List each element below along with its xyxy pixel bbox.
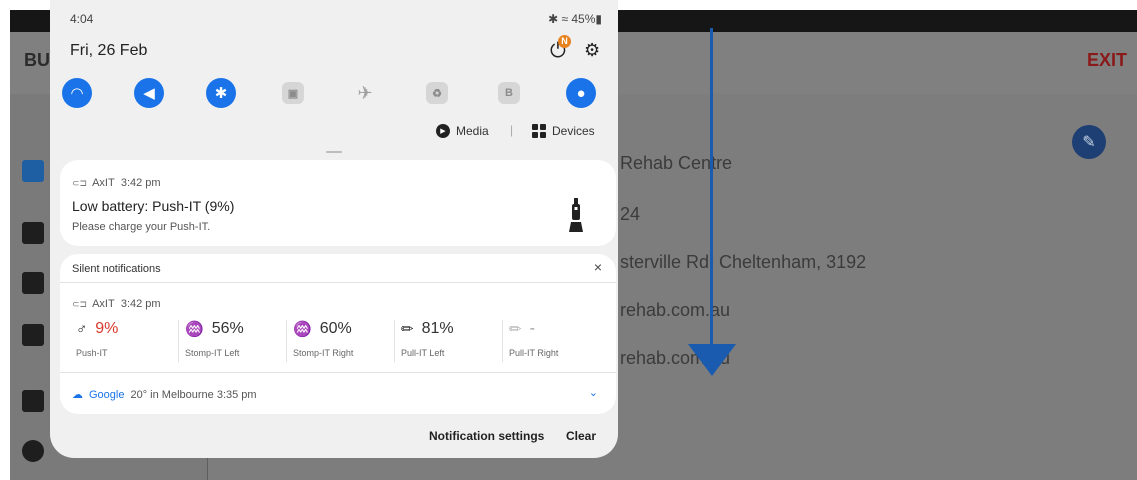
b-icon: B	[498, 82, 520, 104]
pull-it-icon: ✏	[509, 321, 522, 338]
notification-body: Please charge your Push-IT.	[72, 221, 211, 233]
device-label: Pull-IT Left	[401, 348, 445, 358]
swipe-down-arrow-icon	[688, 344, 736, 376]
notification-title: Low battery: Push-IT (9%)	[72, 198, 235, 214]
axit-app-icon: ⊂⊐	[72, 298, 88, 309]
divider	[60, 282, 616, 283]
home-icon[interactable]	[22, 160, 44, 182]
recycle-icon: ♻	[426, 82, 448, 104]
date-label: Fri, 26 Feb	[70, 42, 148, 59]
rotation-lock-toggle[interactable]: ▣	[278, 78, 308, 108]
speaker-icon: ◀	[143, 85, 155, 102]
device-label: Pull-IT Right	[509, 348, 559, 358]
media-label: Media	[456, 124, 489, 138]
device-push-it: ♂ 9% Push-IT	[70, 320, 176, 362]
battery-value: -	[529, 320, 535, 337]
status-time: 4:04	[70, 12, 94, 26]
info-line-number: 24	[620, 204, 641, 224]
power-saving-toggle[interactable]: ♻	[422, 78, 452, 108]
airplane-icon: ✈	[357, 82, 373, 103]
list-icon[interactable]	[22, 324, 44, 346]
airplane-toggle[interactable]: ✈	[350, 78, 380, 108]
checklist-icon[interactable]	[22, 272, 44, 294]
silent-header: Silent notifications	[72, 263, 161, 275]
cloud-icon: ☁	[72, 389, 83, 401]
notification-settings-button[interactable]: Notification settings	[429, 429, 544, 443]
device-label: Stomp-IT Right	[293, 348, 354, 358]
push-it-device-icon	[569, 198, 583, 232]
battery-value: 56%	[211, 320, 244, 337]
settings-gear-icon[interactable]: ⚙	[584, 40, 600, 61]
status-indicators: ✱ ≈ 45%▮	[548, 12, 602, 26]
separator: |	[510, 123, 514, 137]
battery-value: 60%	[319, 320, 352, 337]
axit-status-app-line: ⊂⊐ AxIT 3:42 pm	[72, 298, 161, 310]
devices-grid-icon	[532, 124, 546, 138]
device-pull-it-left: ✏ 81% Pull-IT Left	[394, 320, 500, 362]
google-app-name: Google	[89, 388, 125, 401]
notification-time: 3:42 pm	[120, 177, 161, 189]
device-label: Stomp-IT Left	[185, 348, 240, 358]
app-name: AxIT	[92, 177, 115, 189]
pull-it-icon: ✏	[401, 321, 414, 338]
wifi-icon: ◠	[70, 85, 84, 102]
location-toggle[interactable]: ●	[566, 78, 596, 108]
clear-button[interactable]: Clear	[566, 429, 596, 443]
google-weather-notification[interactable]: ☁ Google 20° in Melbourne 3:35 pm	[72, 388, 257, 402]
exit-button[interactable]: EXIT	[1087, 50, 1127, 71]
battery-value: 81%	[421, 320, 454, 337]
bluetooth-icon[interactable]	[22, 440, 44, 462]
silent-notifications-card: Silent notifications × ⊂⊐ AxIT 3:42 pm ♂…	[60, 254, 616, 414]
notification-shade: 4:04 ✱ ≈ 45%▮ Fri, 26 Feb ⏻ N ⚙ ◠ ◀ ✱ ▣ …	[50, 0, 618, 458]
close-icon[interactable]: ×	[594, 259, 602, 275]
devices-button[interactable]: Devices	[532, 124, 595, 138]
notification-app-line: ⊂⊐ AxIT 3:42 pm	[72, 177, 161, 189]
chevron-down-icon[interactable]: ⌄	[589, 386, 598, 399]
notification-time: 3:42 pm	[120, 298, 161, 310]
devices-label: Devices	[552, 124, 595, 138]
play-icon: ▶	[436, 124, 450, 138]
bluetooth-icon: ✱	[214, 85, 228, 102]
low-battery-notification[interactable]: ⊂⊐ AxIT 3:42 pm Low battery: Push-IT (9%…	[60, 160, 616, 246]
weather-text: 20° in Melbourne 3:35 pm	[130, 388, 257, 401]
divider	[60, 372, 616, 373]
location-pin-icon: ●	[576, 84, 586, 102]
info-line-email: rehab.com.au	[620, 300, 731, 320]
b-mode-toggle[interactable]: B	[494, 78, 524, 108]
device-stomp-it-left: ♒ 56% Stomp-IT Left	[178, 320, 284, 362]
device-label: Push-IT	[76, 348, 108, 358]
database-icon[interactable]	[22, 390, 44, 412]
notification-badge: N	[558, 35, 571, 48]
wifi-toggle[interactable]: ◠	[62, 78, 92, 108]
sound-toggle[interactable]: ◀	[134, 78, 164, 108]
info-line-address: sterville Rd, Cheltenham, 3192	[620, 252, 867, 272]
device-pull-it-right: ✏ - Pull-IT Right	[502, 320, 608, 362]
device-battery-list[interactable]: ♂ 9% Push-IT ♒ 56% Stomp-IT Left ♒ 60% Stom…	[70, 320, 610, 362]
bluetooth-toggle[interactable]: ✱	[206, 78, 236, 108]
edit-button[interactable]: ✎	[1072, 125, 1106, 159]
push-it-icon: ♂	[76, 320, 88, 338]
stomp-it-icon: ♒	[293, 321, 312, 338]
info-line-name: Rehab Centre	[620, 153, 733, 173]
battery-value: 9%	[95, 320, 119, 337]
lock-icon: ▣	[282, 82, 304, 104]
swipe-gesture-line	[710, 28, 713, 348]
axit-app-icon: ⊂⊐	[72, 177, 88, 188]
pencil-icon: ✎	[1082, 134, 1096, 151]
stomp-it-icon: ♒	[185, 321, 204, 338]
app-name: AxIT	[92, 298, 115, 310]
app-title: BU	[24, 50, 50, 70]
device-stomp-it-right: ♒ 60% Stomp-IT Right	[286, 320, 392, 362]
media-button[interactable]: ▶ Media	[436, 124, 489, 138]
drag-handle[interactable]	[326, 151, 342, 153]
users-icon[interactable]	[22, 222, 44, 244]
